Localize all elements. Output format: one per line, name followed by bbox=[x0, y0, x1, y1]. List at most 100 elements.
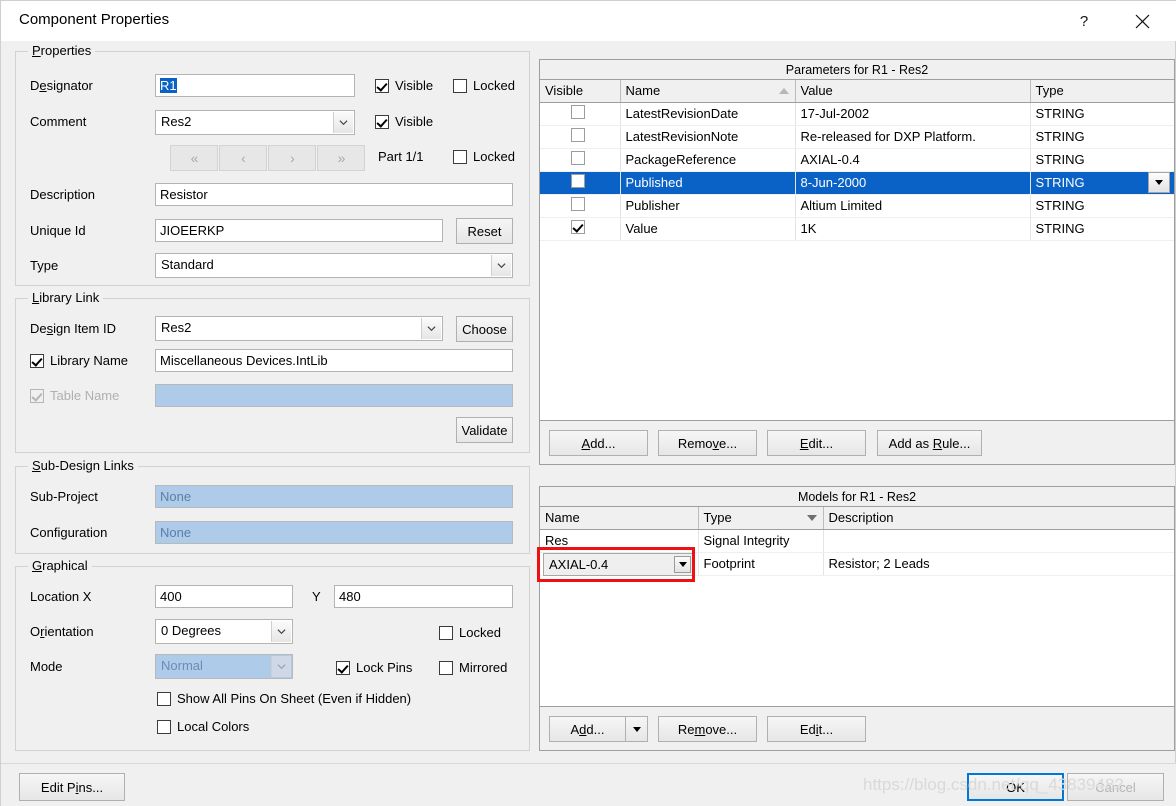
designator-visible-checkbox[interactable]: Visible bbox=[375, 78, 433, 93]
library-name-checkbox[interactable]: Library Name bbox=[30, 353, 128, 368]
local-colors-label: Local Colors bbox=[177, 719, 250, 734]
col-header-model-description[interactable]: Description bbox=[823, 507, 1174, 530]
models-grid-scroll: Name Type Description Res Signal Integri… bbox=[540, 507, 1174, 706]
chevron-down-glyph bbox=[678, 562, 687, 567]
footprint-name-combobox[interactable]: AXIAL-0.4 bbox=[543, 553, 694, 576]
comment-combobox[interactable]: Res2 bbox=[155, 110, 355, 135]
table-row[interactable]: LatestRevisionDate 17-Jul-2002 STRING bbox=[540, 102, 1174, 126]
help-icon[interactable]: ? bbox=[1061, 1, 1107, 41]
row-visible-checkbox[interactable] bbox=[571, 220, 585, 234]
cell-type: STRING bbox=[1030, 102, 1174, 126]
local-colors-checkbox[interactable]: Local Colors bbox=[157, 719, 249, 734]
graphical-group: Graphical Location X 400 Y 480 Orientati… bbox=[15, 558, 530, 751]
table-row[interactable]: Res Signal Integrity bbox=[540, 529, 1174, 553]
cell-model-description: Resistor; 2 Leads bbox=[823, 552, 1174, 576]
table-row[interactable]: LatestRevisionNote Re-released for DXP P… bbox=[540, 125, 1174, 149]
chevron-down-icon[interactable] bbox=[674, 556, 691, 573]
cell-visible[interactable] bbox=[540, 102, 621, 126]
library-name-input[interactable]: Miscellaneous Devices.IntLib bbox=[155, 349, 513, 372]
validate-label: Validate bbox=[461, 422, 508, 438]
choose-label: Choose bbox=[462, 321, 507, 337]
models-remove-button[interactable]: Remove... bbox=[658, 716, 757, 742]
col-header-visible[interactable]: Visible bbox=[540, 80, 621, 103]
comment-label: Comment bbox=[30, 114, 87, 129]
chevron-down-icon[interactable] bbox=[491, 255, 511, 276]
mirrored-checkbox[interactable]: Mirrored bbox=[439, 660, 507, 675]
validate-button[interactable]: Validate bbox=[456, 417, 513, 443]
row-visible-checkbox[interactable] bbox=[571, 174, 585, 188]
edit-pins-button[interactable]: Edit Pins... bbox=[19, 773, 125, 801]
part-last-button[interactable]: » bbox=[317, 145, 365, 171]
row-visible-checkbox[interactable] bbox=[571, 197, 585, 211]
col-header-model-name[interactable]: Name bbox=[540, 507, 699, 530]
chevron-down-icon bbox=[271, 656, 291, 677]
title-bar: Component Properties ? bbox=[1, 1, 1176, 41]
row-visible-checkbox[interactable] bbox=[571, 105, 585, 119]
designator-locked-checkbox[interactable]: Locked bbox=[453, 78, 515, 93]
models-edit-button[interactable]: Edit... bbox=[767, 716, 866, 742]
sort-descending-icon bbox=[806, 514, 817, 521]
description-input[interactable]: Resistor bbox=[155, 183, 513, 206]
comment-visible-checkbox[interactable]: Visible bbox=[375, 114, 433, 129]
parameter-type-dropdown-button[interactable] bbox=[1148, 172, 1170, 193]
cell-visible[interactable] bbox=[540, 148, 621, 172]
sub-project-value: None bbox=[160, 489, 192, 504]
cell-visible[interactable] bbox=[540, 171, 621, 195]
col-header-model-description-label: Description bbox=[828, 510, 894, 526]
designator-label: Designator bbox=[30, 78, 93, 93]
part-first-button[interactable]: « bbox=[170, 145, 218, 171]
graphical-locked-checkbox[interactable]: Locked bbox=[439, 625, 501, 640]
table-row-selected[interactable]: Published 8-Jun-2000 STRING bbox=[540, 171, 1174, 195]
col-header-model-type[interactable]: Type bbox=[698, 507, 824, 530]
checkbox-box bbox=[375, 114, 389, 129]
models-header-row: Name Type Description bbox=[540, 507, 1174, 530]
col-header-value[interactable]: Value bbox=[795, 80, 1031, 103]
parameters-add-as-rule-button[interactable]: Add as Rule... bbox=[877, 430, 982, 456]
location-x-input[interactable]: 400 bbox=[155, 585, 293, 608]
models-add-dropdown-button[interactable] bbox=[625, 716, 648, 742]
unique-id-input[interactable]: JIOEERKP bbox=[155, 219, 443, 242]
part-prev-button[interactable]: ‹ bbox=[219, 145, 267, 171]
part-next-button[interactable]: › bbox=[268, 145, 316, 171]
table-row[interactable]: Value 1K STRING bbox=[540, 217, 1174, 241]
designator-input[interactable]: R1 bbox=[155, 74, 355, 97]
checkbox-box bbox=[439, 625, 453, 640]
cell-visible[interactable] bbox=[540, 194, 621, 218]
reset-button[interactable]: Reset bbox=[456, 218, 513, 244]
close-icon[interactable] bbox=[1119, 1, 1165, 41]
table-row[interactable]: PackageReference AXIAL-0.4 STRING bbox=[540, 148, 1174, 172]
watermark-text: https://blog.csdn.net/qq_43839482 bbox=[863, 775, 1124, 794]
chevron-down-icon[interactable] bbox=[333, 112, 353, 133]
cell-visible[interactable] bbox=[540, 217, 621, 241]
table-row[interactable]: Publisher Altium Limited STRING bbox=[540, 194, 1174, 218]
type-combobox[interactable]: Standard bbox=[155, 253, 513, 278]
col-header-type[interactable]: Type bbox=[1030, 80, 1174, 103]
part-locked-checkbox[interactable]: Locked bbox=[453, 149, 515, 164]
chevron-down-icon[interactable] bbox=[421, 318, 441, 339]
reset-label: Reset bbox=[467, 223, 502, 239]
sub-project-label: Sub-Project bbox=[30, 489, 98, 504]
lock-pins-checkbox[interactable]: Lock Pins bbox=[336, 660, 412, 675]
design-item-id-value: Res2 bbox=[161, 320, 192, 335]
parameters-remove-button[interactable]: Remove... bbox=[658, 430, 757, 456]
row-visible-checkbox[interactable] bbox=[571, 128, 585, 142]
parameters-panel: Parameters for R1 - Res2 Visible Name Va… bbox=[539, 59, 1175, 465]
parameters-edit-button[interactable]: Edit... bbox=[767, 430, 866, 456]
chevron-down-icon[interactable] bbox=[271, 621, 291, 642]
checkbox-box bbox=[453, 149, 467, 164]
table-name-label: Table Name bbox=[50, 388, 120, 403]
choose-button[interactable]: Choose bbox=[456, 316, 513, 342]
models-add-button[interactable]: Add... bbox=[549, 716, 625, 742]
col-header-name[interactable]: Name bbox=[620, 80, 796, 103]
sub-design-links-group: Sub-Design Links Sub-Project None Config… bbox=[15, 458, 530, 554]
row-visible-checkbox[interactable] bbox=[571, 151, 585, 165]
design-item-id-combobox[interactable]: Res2 bbox=[155, 316, 443, 341]
type-label: Type bbox=[30, 258, 59, 273]
col-header-value-label: Value bbox=[800, 83, 833, 99]
col-header-type-label: Type bbox=[1035, 83, 1064, 99]
orientation-combobox[interactable]: 0 Degrees bbox=[155, 619, 293, 644]
cell-visible[interactable] bbox=[540, 125, 621, 149]
parameters-add-button[interactable]: Add... bbox=[549, 430, 648, 456]
location-y-input[interactable]: 480 bbox=[334, 585, 513, 608]
show-all-pins-checkbox[interactable]: Show All Pins On Sheet (Even if Hidden) bbox=[157, 691, 411, 706]
